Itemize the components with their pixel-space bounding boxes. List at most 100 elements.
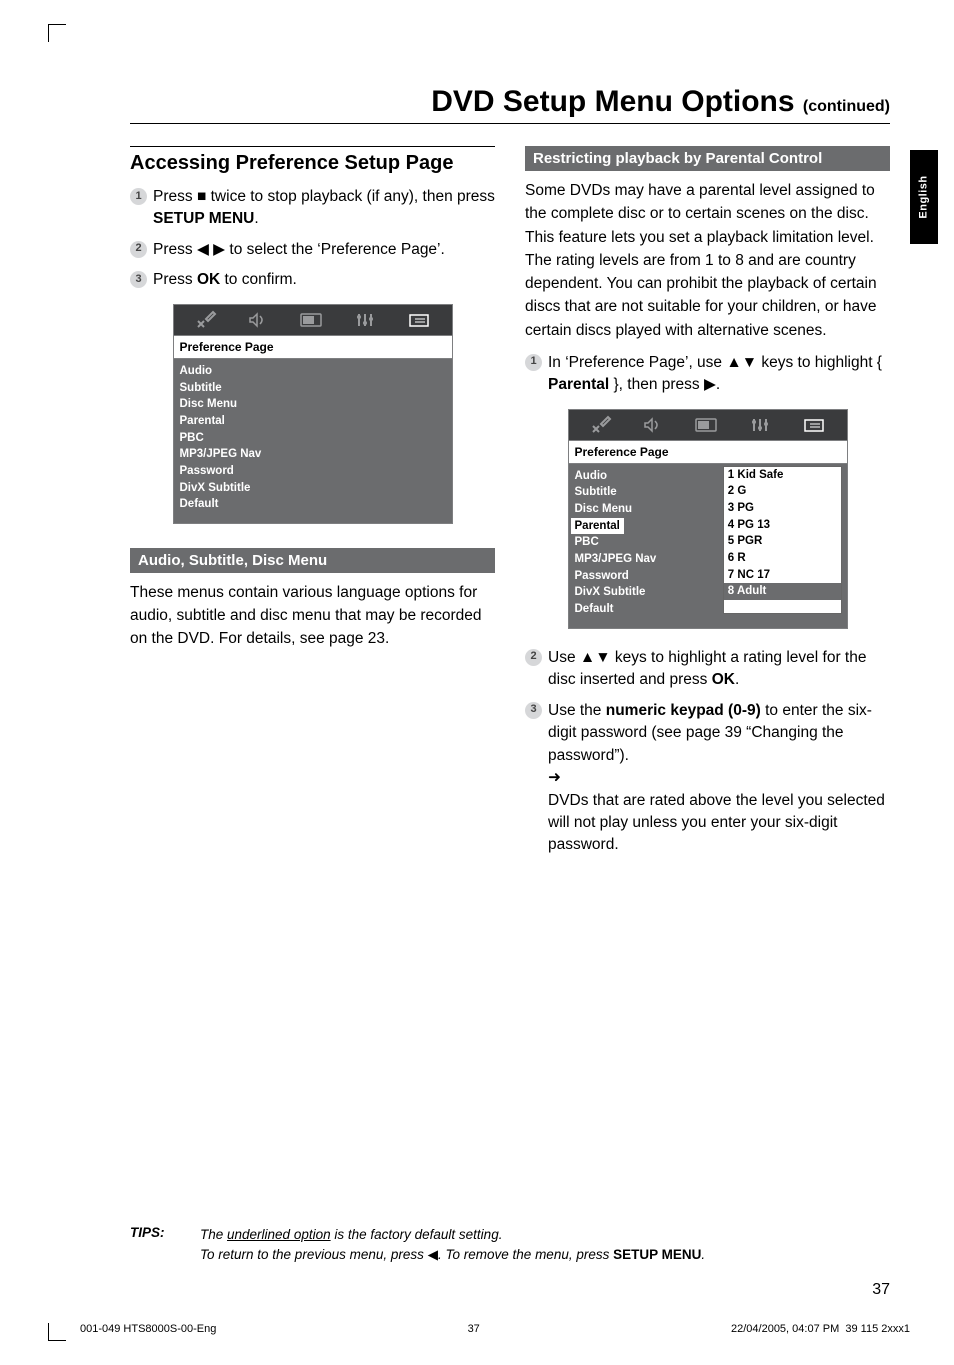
menu-item: Disc Menu	[575, 501, 721, 518]
rating-option-selected: 8 Adult	[724, 583, 842, 600]
crop-mark	[48, 24, 66, 42]
right-column: Restricting playback by Parental Control…	[525, 146, 890, 865]
right-step-2: 2 Use ▲▼ keys to highlight a rating leve…	[525, 647, 890, 692]
right-arrow-icon: ▶	[704, 376, 716, 393]
menu-item: Subtitle	[575, 484, 721, 501]
up-down-arrow-icon: ▲▼	[726, 354, 757, 371]
title-main: DVD Setup Menu Options	[431, 85, 794, 118]
lock-icon	[802, 415, 826, 435]
menu-item: Password	[575, 568, 721, 585]
menu-right-options: 1 Kid Safe 2 G 3 PG 4 PG 13 5 PGR 6 R 7 …	[723, 466, 843, 614]
menu-item: DivX Subtitle	[180, 480, 326, 497]
preference-menu-screenshot-2: Preference Page Audio Subtitle Disc Menu…	[568, 409, 848, 629]
menu-items: Audio Subtitle Disc Menu Parental PBC MP…	[180, 363, 326, 513]
menu-header: Preference Page	[174, 335, 452, 359]
rating-option: 5 PGR	[724, 533, 842, 550]
left-right-arrow-icon: ◀ ▶	[197, 241, 225, 258]
step-number-3: 3	[130, 271, 147, 288]
tips-body: The underlined option is the factory def…	[200, 1225, 870, 1266]
step-1: 1 Press ■ twice to stop playback (if any…	[130, 186, 495, 231]
menu-item: Audio	[575, 468, 721, 485]
menu-item: Default	[180, 496, 326, 513]
right-step-1-text: In ‘Preference Page’, use ▲▼ keys to hig…	[548, 352, 890, 397]
step-2-text: Press ◀ ▶ to select the ‘Preference Page…	[153, 239, 495, 261]
step-number-3: 3	[525, 702, 542, 719]
right-step-2-text: Use ▲▼ keys to highlight a rating level …	[548, 647, 890, 692]
rating-option: 1 Kid Safe	[724, 467, 842, 484]
language-label: English	[918, 175, 930, 218]
step-1-text: Press ■ twice to stop playback (if any),…	[153, 186, 495, 231]
rating-option: 6 R	[724, 550, 842, 567]
menu-item: DivX Subtitle	[575, 584, 721, 601]
menu-tab-row	[569, 410, 847, 440]
menu-item: Password	[180, 463, 326, 480]
footer-right: 22/04/2005, 04:07 PM 39 115 2xxx1	[731, 1323, 910, 1335]
menu-item: Default	[575, 601, 721, 618]
menu-item: Audio	[180, 363, 326, 380]
menu-item: PBC	[575, 534, 721, 551]
tips-footer: TIPS: The underlined option is the facto…	[130, 1225, 870, 1266]
speaker-icon	[247, 310, 269, 330]
menu-item: Disc Menu	[180, 396, 326, 413]
footer-page: 37	[468, 1323, 480, 1335]
tv-icon	[694, 415, 720, 435]
step-2: 2 Press ◀ ▶ to select the ‘Preference Pa…	[130, 239, 495, 261]
sliders-icon	[750, 415, 772, 435]
underlined-option: underlined option	[227, 1227, 331, 1242]
content-area: DVD Setup Menu Options (continued) Acces…	[130, 85, 890, 865]
section-heading-wrap: Accessing Preference Setup Page	[130, 146, 495, 176]
intro-paragraph: Some DVDs may have a parental level assi…	[525, 179, 890, 342]
title-suffix: (continued)	[803, 98, 890, 115]
menu-item: Parental	[575, 518, 721, 535]
step-number-1: 1	[130, 188, 147, 205]
right-step-3: 3 Use the numeric keypad (0-9) to enter …	[525, 700, 890, 857]
up-down-arrow-icon: ▲▼	[580, 649, 611, 666]
page-title-wrap: DVD Setup Menu Options (continued)	[130, 85, 890, 124]
print-footer-meta: 001-049 HTS8000S-00-Eng 37 22/04/2005, 0…	[80, 1323, 910, 1335]
wrench-x-icon	[590, 415, 612, 435]
menu-header: Preference Page	[569, 440, 847, 464]
menu-body: Audio Subtitle Disc Menu Parental PBC MP…	[174, 359, 452, 523]
tips-label: TIPS:	[130, 1225, 178, 1266]
language-tab: English	[910, 150, 938, 244]
right-step-1: 1 In ‘Preference Page’, use ▲▼ keys to h…	[525, 352, 890, 397]
stop-icon: ■	[197, 188, 206, 205]
preference-menu-screenshot-1: Preference Page Audio Subtitle Disc Menu…	[173, 304, 453, 524]
page-number: 37	[872, 1281, 890, 1299]
step-number-1: 1	[525, 354, 542, 371]
menu-item: MP3/JPEG Nav	[575, 551, 721, 568]
page-title: DVD Setup Menu Options (continued)	[130, 85, 890, 119]
menu-item: MP3/JPEG Nav	[180, 446, 326, 463]
speaker-icon	[642, 415, 664, 435]
two-column-layout: Accessing Preference Setup Page 1 Press …	[130, 146, 890, 865]
result-arrow-icon: ➜	[548, 769, 561, 786]
menu-item: Parental	[180, 413, 326, 430]
tv-icon	[299, 310, 325, 330]
menu-item: PBC	[180, 430, 326, 447]
step-number-2: 2	[130, 241, 147, 258]
rating-option: 7 NC 17	[724, 567, 842, 584]
menu-tab-row	[174, 305, 452, 335]
rating-option: 4 PG 13	[724, 517, 842, 534]
subsection-band: Audio, Subtitle, Disc Menu	[130, 548, 495, 573]
sliders-icon	[355, 310, 377, 330]
step-number-2: 2	[525, 649, 542, 666]
subsection-paragraph: These menus contain various language opt…	[130, 581, 495, 651]
right-step-3-text: Use the numeric keypad (0-9) to enter th…	[548, 700, 890, 857]
subsection-band: Restricting playback by Parental Control	[525, 146, 890, 171]
rating-option: 3 PG	[724, 500, 842, 517]
section-heading: Accessing Preference Setup Page	[130, 151, 495, 176]
step-3: 3 Press OK to confirm.	[130, 269, 495, 291]
wrench-x-icon	[195, 310, 217, 330]
left-arrow-icon: ◀	[428, 1247, 438, 1262]
lock-icon	[407, 310, 431, 330]
crop-mark	[48, 1323, 66, 1341]
menu-body: Audio Subtitle Disc Menu Parental PBC MP…	[569, 464, 847, 628]
menu-item-highlighted: Parental	[571, 518, 624, 535]
menu-item: Subtitle	[180, 380, 326, 397]
rating-option: 2 G	[724, 483, 842, 500]
step-3-text: Press OK to confirm.	[153, 269, 495, 291]
footer-filename: 001-049 HTS8000S-00-Eng	[80, 1323, 216, 1335]
manual-page: English DVD Setup Menu Options (continue…	[0, 0, 954, 1365]
left-column: Accessing Preference Setup Page 1 Press …	[130, 146, 495, 865]
